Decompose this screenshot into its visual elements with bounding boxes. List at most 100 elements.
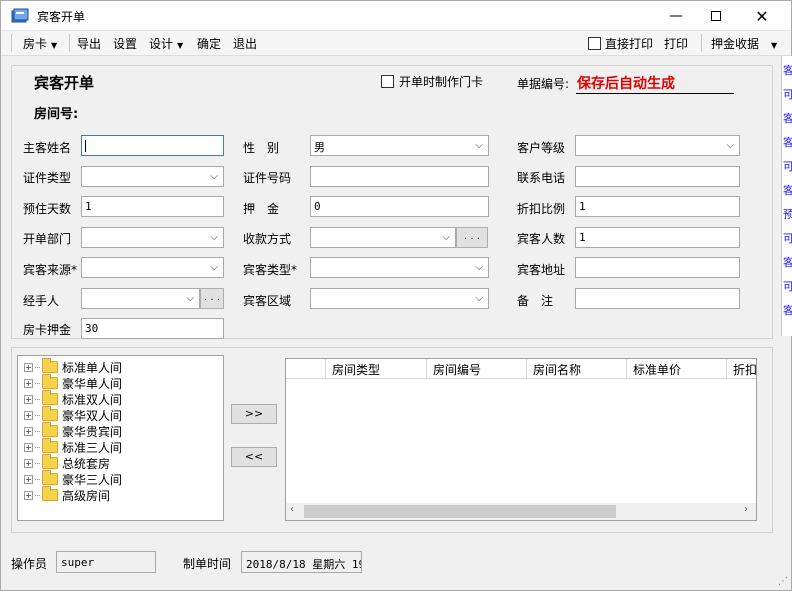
remark-input[interactable] (575, 288, 740, 309)
resize-grip-icon[interactable]: ⋰ (778, 576, 790, 588)
card-deposit-input[interactable]: 30 (81, 318, 224, 339)
direct-print-checkbox[interactable] (588, 37, 601, 50)
make-card-checkbox[interactable] (381, 75, 394, 88)
main-guest-name-input[interactable] (81, 135, 224, 156)
menu-print[interactable]: 打印 (664, 35, 688, 52)
chevron-down-icon: ⌵ (210, 232, 218, 243)
bill-no-value: 保存后自动生成 (577, 76, 675, 92)
customer-level-select[interactable]: ⌵ (575, 135, 740, 156)
grid-header-room-type[interactable]: 房间类型 (326, 359, 427, 379)
strip-text: 客 (783, 62, 792, 76)
grid-horizontal-scrollbar[interactable]: ‹ › (286, 503, 756, 520)
department-select[interactable]: ⌵ (81, 227, 224, 248)
menu-export[interactable]: 导出 (77, 35, 101, 52)
strip-text: 可 (783, 230, 792, 244)
expand-icon[interactable]: + (24, 394, 33, 404)
tree-node-label: 豪华三人间 (62, 472, 123, 487)
text-caret (85, 140, 86, 152)
expand-icon[interactable]: + (24, 410, 33, 420)
close-icon: ✕ (755, 6, 769, 26)
strip-text: 预 (783, 206, 792, 220)
folder-icon (42, 422, 58, 437)
menu-settings[interactable]: 设置 (113, 35, 137, 52)
grid-header-standard-price[interactable]: 标准单价 (627, 359, 727, 379)
menu-room-card-label: 房卡 (23, 37, 48, 51)
phone-input[interactable] (575, 166, 740, 187)
expand-icon[interactable]: + (24, 458, 33, 468)
app-icon (11, 8, 29, 23)
guest-address-input[interactable] (575, 257, 740, 278)
tree-node[interactable]: + 总统套房 (24, 454, 110, 471)
guest-area-select[interactable]: ⌵ (310, 288, 489, 309)
payment-method-browse-button[interactable]: . . . (456, 227, 488, 248)
tree-node[interactable]: + 标准双人间 (24, 390, 123, 407)
expand-icon[interactable]: + (24, 426, 33, 436)
grid-header-room-number[interactable]: 房间编号 (427, 359, 527, 379)
menu-design[interactable]: 设计 ▼ (149, 35, 183, 52)
gender-select[interactable]: 男 ⌵ (310, 135, 489, 156)
selected-rooms-grid[interactable]: 房间类型 房间编号 房间名称 标准单价 折扣 ‹ › (285, 358, 757, 521)
tree-node[interactable]: + 豪华单人间 (24, 374, 122, 391)
tree-node[interactable]: + 标准单人间 (24, 358, 123, 375)
guest-source-select[interactable]: ⌵ (81, 257, 224, 278)
gender-value: 男 (314, 141, 325, 154)
tree-node-label: 豪华贵宾间 (62, 424, 123, 439)
expand-icon[interactable]: + (24, 474, 33, 484)
chevron-down-icon: ⌵ (210, 262, 218, 273)
guest-count-input[interactable]: 1 (575, 227, 740, 248)
folder-icon (42, 470, 58, 485)
close-button[interactable]: ✕ (739, 1, 785, 31)
menu-deposit-receipt[interactable]: 押金收据 ▼ (711, 35, 777, 52)
phone-label: 联系电话 (517, 171, 566, 185)
strip-text: 客 (783, 254, 792, 268)
scroll-right-icon[interactable]: › (744, 504, 748, 515)
menu-confirm[interactable]: 确定 (197, 35, 221, 52)
bill-no-label: 单据编号: (517, 77, 570, 91)
guest-source-label: 宾客来源* (23, 263, 78, 277)
direct-print-label: 直接打印 (605, 37, 654, 51)
window-title: 宾客开单 (37, 10, 86, 24)
guest-type-select[interactable]: ⌵ (310, 257, 489, 278)
id-number-input[interactable] (310, 166, 489, 187)
tree-node-label: 标准单人间 (62, 360, 123, 375)
folder-icon (42, 486, 58, 501)
guest-count-label: 宾客人数 (517, 232, 566, 246)
tree-node[interactable]: + 豪华双人间 (24, 406, 123, 423)
scroll-left-icon[interactable]: ‹ (290, 504, 294, 515)
room-type-tree[interactable]: + 标准单人间 + 豪华单人间 + 标准双人间 + 豪华双人间 + 豪华贵宾间 + 标准三人… (17, 355, 224, 521)
menu-exit[interactable]: 退出 (233, 35, 257, 52)
tree-node-label: 豪华双人间 (62, 408, 123, 423)
deposit-input[interactable]: 0 (310, 196, 489, 217)
menu-room-card[interactable]: 房卡 ▼ (23, 35, 57, 52)
maximize-button[interactable] (693, 1, 739, 31)
chevron-down-icon: ⌵ (442, 232, 450, 243)
expand-icon[interactable]: + (24, 378, 33, 388)
strip-text: 客 (783, 182, 792, 196)
tree-node[interactable]: + 豪华贵宾间 (24, 422, 123, 439)
add-room-button[interactable]: >> (231, 404, 277, 424)
tree-node[interactable]: + 豪华三人间 (24, 470, 123, 487)
id-type-select[interactable]: ⌵ (81, 166, 224, 187)
title-bar: 宾客开单 — ✕ (1, 1, 791, 31)
scrollbar-thumb[interactable] (304, 505, 616, 518)
payment-method-select[interactable]: ⌵ (310, 227, 456, 248)
tree-node[interactable]: + 高级房间 (24, 486, 110, 503)
discount-input[interactable]: 1 (575, 196, 740, 217)
tree-line (35, 446, 40, 448)
handler-browse-button[interactable]: . . . (200, 288, 224, 309)
expand-icon[interactable]: + (24, 362, 33, 372)
toolbar: 房卡 ▼ 导出 设置 设计 ▼ 确定 退出 直接打印 打印 押金收据 ▼ (1, 31, 791, 56)
expand-icon[interactable]: + (24, 490, 33, 500)
main-guest-name-label: 主客姓名 (23, 141, 72, 155)
form-heading: 宾客开单 (34, 74, 95, 92)
grid-header-room-name[interactable]: 房间名称 (527, 359, 627, 379)
expand-icon[interactable]: + (24, 442, 33, 452)
tree-node-label: 标准双人间 (62, 392, 123, 407)
stay-days-input[interactable]: 1 (81, 196, 224, 217)
create-time-label: 制单时间 (183, 557, 232, 571)
chevron-down-icon: ⌵ (726, 140, 734, 151)
tree-node[interactable]: + 标准三人间 (24, 438, 122, 455)
remove-room-button[interactable]: << (231, 447, 277, 467)
handler-select[interactable]: ⌵ (81, 288, 200, 309)
grid-header-discount[interactable]: 折扣 (727, 359, 756, 379)
